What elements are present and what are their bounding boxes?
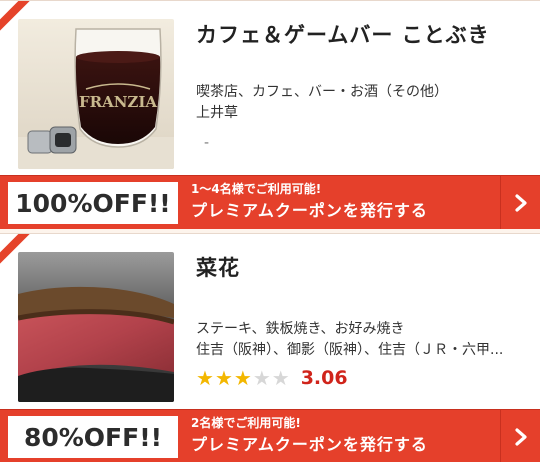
issue-coupon-label[interactable]: プレミアムクーポンを発行する bbox=[191, 199, 428, 223]
steak-photo-icon bbox=[18, 252, 174, 402]
shop-area: 住吉（阪神）、御影（阪神）、住吉（ＪＲ・六甲... bbox=[196, 342, 504, 358]
shop-name[interactable]: 菜花 bbox=[196, 252, 528, 282]
rating-score: 3.06 bbox=[300, 367, 348, 389]
shop-card[interactable]: FRANZIA カフェ＆ゲームバー ことぶき 喫茶店、カフェ、バー・お酒（その他… bbox=[0, 0, 540, 229]
issue-coupon-label[interactable]: プレミアムクーポンを発行する bbox=[191, 433, 428, 457]
discount-text: 100%OFF!! bbox=[15, 188, 171, 218]
shop-card[interactable]: 菜花 ステーキ、鉄板焼き、お好み焼き 住吉（阪神）、御影（阪神）、住吉（ＪＲ・六… bbox=[0, 233, 540, 462]
coupon-condition: 1〜4名様でご利用可能! bbox=[191, 182, 322, 196]
discount-text: 80%OFF!! bbox=[23, 422, 163, 452]
shop-area: 上井草 bbox=[196, 105, 238, 121]
chevron-right-icon[interactable] bbox=[500, 176, 540, 229]
rating-placeholder: - bbox=[204, 135, 210, 151]
premium-coupon-bar[interactable]: 100%OFF!! 1〜4名様でご利用可能! プレミアムクーポンを発行する bbox=[0, 175, 540, 229]
wine-glass-photo-icon: FRANZIA bbox=[18, 19, 174, 169]
shop-thumbnail[interactable] bbox=[18, 252, 174, 402]
shop-thumbnail[interactable]: FRANZIA bbox=[18, 19, 174, 169]
shop-name[interactable]: カフェ＆ゲームバー ことぶき bbox=[196, 19, 528, 49]
shop-genre: 喫茶店、カフェ、バー・お酒（その他） bbox=[196, 84, 448, 100]
star-empty-icon: ★ bbox=[252, 366, 271, 390]
coupon-list: FRANZIA カフェ＆ゲームバー ことぶき 喫茶店、カフェ、バー・お酒（その他… bbox=[0, 0, 540, 462]
discount-badge: 80%OFF!! bbox=[8, 416, 178, 458]
coupon-text: 2名様でご利用可能! プレミアムクーポンを発行する bbox=[191, 415, 428, 457]
coupon-text: 1〜4名様でご利用可能! プレミアムクーポンを発行する bbox=[191, 181, 428, 223]
svg-text:FRANZIA: FRANZIA bbox=[79, 93, 157, 111]
star-filled-icon: ★ bbox=[233, 366, 252, 390]
star-empty-icon: ★ bbox=[271, 366, 290, 390]
star-filled-icon: ★ bbox=[214, 366, 233, 390]
rating: ★ ★ ★ ★ ★ 3.06 bbox=[196, 367, 348, 389]
shop-genre: ステーキ、鉄板焼き、お好み焼き bbox=[196, 321, 405, 337]
premium-coupon-bar[interactable]: 80%OFF!! 2名様でご利用可能! プレミアムクーポンを発行する bbox=[0, 409, 540, 462]
star-filled-icon: ★ bbox=[196, 366, 214, 390]
chevron-right-icon[interactable] bbox=[500, 410, 540, 462]
coupon-condition: 2名様でご利用可能! bbox=[191, 416, 301, 430]
discount-badge: 100%OFF!! bbox=[8, 182, 178, 224]
